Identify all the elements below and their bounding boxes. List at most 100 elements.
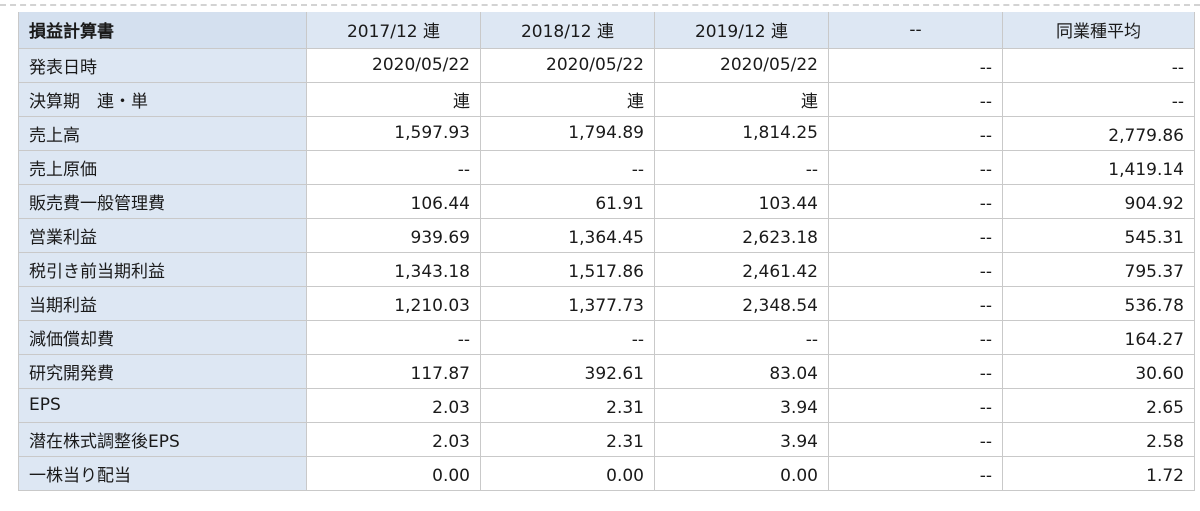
top-dashed-divider (0, 4, 1200, 6)
row-sga: 販売費一般管理費 106.44 61.91 103.44 -- 904.92 (18, 183, 1195, 219)
value-2018: 1,794.89 (480, 115, 655, 151)
column-header-2018: 2018/12 連 (480, 12, 655, 49)
value-empty: -- (828, 81, 1003, 117)
value-empty: -- (828, 183, 1003, 219)
value-industry-average: 164.27 (1002, 319, 1195, 355)
row-label: 減価償却費 (18, 319, 307, 355)
value-2019: 1,814.25 (654, 115, 829, 151)
row-label: 潜在株式調整後EPS (18, 421, 307, 457)
row-fiscal-type: 決算期 連・単連連連 -- -- (18, 81, 1195, 117)
row-eps: EPS 2.03 2.31 3.94 -- 2.65 (18, 387, 1195, 423)
value-2019: 3.94 (654, 387, 829, 423)
value-2017: 1,597.93 (306, 115, 481, 151)
row-cost-of-sales: 売上原価 -- -- -- -- 1,419.14 (18, 149, 1195, 185)
row-rnd: 研究開発費 117.87 392.61 83.04 -- 30.60 (18, 353, 1195, 389)
value-industry-average: 904.92 (1002, 183, 1195, 219)
value-industry-average: -- (1002, 47, 1195, 83)
table-title: 損益計算書 (18, 12, 307, 49)
value-empty: -- (828, 387, 1003, 423)
value-2017: 1,343.18 (306, 251, 481, 287)
value-2018: -- (480, 319, 655, 355)
row-label: 決算期 連・単 (18, 81, 307, 117)
column-header-2019: 2019/12 連 (654, 12, 829, 49)
column-header-empty: -- (828, 12, 1003, 49)
row-label: 発表日時 (18, 47, 307, 83)
value-empty: -- (828, 421, 1003, 457)
value-2018: 2020/05/22 (480, 47, 655, 83)
value-industry-average: 30.60 (1002, 353, 1195, 389)
value-2017: 117.87 (306, 353, 481, 389)
row-label: 営業利益 (18, 217, 307, 253)
value-2019: 2020/05/22 (654, 47, 829, 83)
row-dividend: 一株当り配当 0.00 0.00 0.00 -- 1.72 (18, 455, 1195, 491)
value-empty: -- (828, 47, 1003, 83)
value-2018: 1,517.86 (480, 251, 655, 287)
value-2017: 939.69 (306, 217, 481, 253)
value-2017: 2020/05/22 (306, 47, 481, 83)
row-label: 売上高 (18, 115, 307, 151)
value-2018: 392.61 (480, 353, 655, 389)
row-net-income: 当期利益 1,210.03 1,377.73 2,348.54 -- 536.78 (18, 285, 1195, 321)
row-label: 研究開発費 (18, 353, 307, 389)
value-empty: -- (828, 115, 1003, 151)
value-2017: 1,210.03 (306, 285, 481, 321)
row-label: 売上原価 (18, 149, 307, 185)
value-empty: -- (828, 319, 1003, 355)
value-2018: 2.31 (480, 421, 655, 457)
value-empty: -- (828, 149, 1003, 185)
value-2018: 連 (480, 81, 655, 117)
row-label: 当期利益 (18, 285, 307, 321)
income-statement-table: 損益計算書 2017/12 連 2018/12 連 2019/12 連 -- 同… (18, 12, 1195, 491)
value-2017: -- (306, 319, 481, 355)
value-2018: 61.91 (480, 183, 655, 219)
value-industry-average: 545.31 (1002, 217, 1195, 253)
value-2017: 2.03 (306, 421, 481, 457)
value-industry-average: 2.58 (1002, 421, 1195, 457)
value-2018: 1,364.45 (480, 217, 655, 253)
value-2019: 連 (654, 81, 829, 117)
row-label: EPS (18, 387, 307, 423)
value-2017: 0.00 (306, 455, 481, 491)
row-label: 販売費一般管理費 (18, 183, 307, 219)
value-2019: 0.00 (654, 455, 829, 491)
value-2017: 106.44 (306, 183, 481, 219)
value-empty: -- (828, 251, 1003, 287)
row-pretax-income: 税引き前当期利益 1,343.18 1,517.86 2,461.42 -- 795.37 (18, 251, 1195, 287)
value-2018: 1,377.73 (480, 285, 655, 321)
row-label: 税引き前当期利益 (18, 251, 307, 287)
table-header-row: 損益計算書 2017/12 連 2018/12 連 2019/12 連 -- 同… (18, 12, 1195, 49)
value-2019: 2,348.54 (654, 285, 829, 321)
value-2017: 連 (306, 81, 481, 117)
value-2017: 2.03 (306, 387, 481, 423)
value-2019: -- (654, 149, 829, 185)
row-announcement-date: 発表日時 2020/05/22 2020/05/22 2020/05/22 -- -- (18, 47, 1195, 83)
value-industry-average: 2,779.86 (1002, 115, 1195, 151)
value-industry-average: 795.37 (1002, 251, 1195, 287)
column-header-industry-average: 同業種平均 (1002, 12, 1195, 49)
value-empty: -- (828, 285, 1003, 321)
row-diluted-eps: 潜在株式調整後EPS 2.03 2.31 3.94 -- 2.58 (18, 421, 1195, 457)
value-industry-average: -- (1002, 81, 1195, 117)
value-industry-average: 536.78 (1002, 285, 1195, 321)
value-2019: 2,623.18 (654, 217, 829, 253)
value-empty: -- (828, 217, 1003, 253)
value-2017: -- (306, 149, 481, 185)
value-industry-average: 1.72 (1002, 455, 1195, 491)
value-2019: 2,461.42 (654, 251, 829, 287)
value-industry-average: 1,419.14 (1002, 149, 1195, 185)
value-empty: -- (828, 353, 1003, 389)
value-2019: -- (654, 319, 829, 355)
value-2018: -- (480, 149, 655, 185)
value-2018: 2.31 (480, 387, 655, 423)
value-empty: -- (828, 455, 1003, 491)
column-header-2017: 2017/12 連 (306, 12, 481, 49)
row-revenue: 売上高 1,597.93 1,794.89 1,814.25 -- 2,779.86 (18, 115, 1195, 151)
value-2019: 103.44 (654, 183, 829, 219)
row-operating-income: 営業利益 939.69 1,364.45 2,623.18 -- 545.31 (18, 217, 1195, 253)
value-2019: 3.94 (654, 421, 829, 457)
row-depreciation: 減価償却費 -- -- -- -- 164.27 (18, 319, 1195, 355)
value-industry-average: 2.65 (1002, 387, 1195, 423)
value-2019: 83.04 (654, 353, 829, 389)
row-label: 一株当り配当 (18, 455, 307, 491)
value-2018: 0.00 (480, 455, 655, 491)
